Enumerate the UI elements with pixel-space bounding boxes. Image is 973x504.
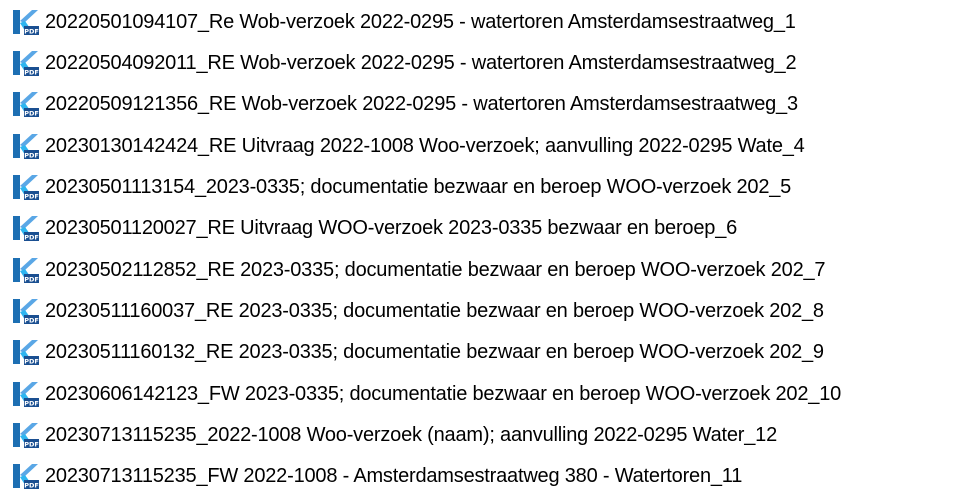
file-row[interactable]: PDF 20230713115235_2022-1008 Woo-verzoek… <box>10 418 777 452</box>
file-name: 20220501094107_Re Wob-verzoek 2022-0295 … <box>45 11 796 33</box>
file-row[interactable]: PDF 20230713115235_FW 2022-1008 - Amster… <box>10 459 742 493</box>
file-name: 20230130142424_RE Uitvraag 2022-1008 Woo… <box>45 135 805 157</box>
file-row[interactable]: PDF 20230606142123_FW 2023-0335; documen… <box>10 377 841 411</box>
pdf-file-icon: PDF <box>10 461 40 491</box>
pdf-file-icon: PDF <box>10 48 40 78</box>
svg-text:PDF: PDF <box>24 151 39 159</box>
file-list: PDF 20220501094107_Re Wob-verzoek 2022-0… <box>0 0 973 504</box>
svg-text:PDF: PDF <box>24 481 39 489</box>
pdf-file-icon: PDF <box>10 7 40 37</box>
svg-text:PDF: PDF <box>24 192 39 200</box>
file-name: 20230606142123_FW 2023-0335; documentati… <box>45 383 842 405</box>
file-row[interactable]: PDF 20230501120027_RE Uitvraag WOO-verzo… <box>10 211 737 245</box>
svg-text:PDF: PDF <box>24 233 39 241</box>
file-row[interactable]: PDF 20230502112852_RE 2023-0335; documen… <box>10 253 826 287</box>
file-name: 20230501120027_RE Uitvraag WOO-verzoek 2… <box>45 217 738 239</box>
pdf-file-icon: PDF <box>10 296 40 326</box>
pdf-file-icon: PDF <box>10 172 40 202</box>
svg-text:PDF: PDF <box>24 109 39 117</box>
file-row[interactable]: PDF 20220509121356_RE Wob-verzoek 2022-0… <box>10 87 798 121</box>
pdf-file-icon: PDF <box>10 131 40 161</box>
pdf-file-icon: PDF <box>10 255 40 285</box>
file-row[interactable]: PDF 20230511160037_RE 2023-0335; documen… <box>10 294 824 328</box>
svg-text:PDF: PDF <box>24 275 39 283</box>
file-name: 20230713115235_2022-1008 Woo-verzoek (na… <box>45 424 778 446</box>
svg-text:PDF: PDF <box>24 357 39 365</box>
file-name: 20230502112852_RE 2023-0335; documentati… <box>45 259 826 281</box>
pdf-file-icon: PDF <box>10 420 40 450</box>
file-name: 20230511160132_RE 2023-0335; documentati… <box>45 341 824 363</box>
file-row[interactable]: PDF 20220504092011_RE Wob-verzoek 2022-0… <box>10 46 797 80</box>
svg-text:PDF: PDF <box>24 316 39 324</box>
file-name: 20230511160037_RE 2023-0335; documentati… <box>45 300 824 322</box>
pdf-file-icon: PDF <box>10 89 40 119</box>
file-row[interactable]: PDF 20220501094107_Re Wob-verzoek 2022-0… <box>10 5 796 39</box>
svg-text:PDF: PDF <box>24 68 39 76</box>
file-name: 20220509121356_RE Wob-verzoek 2022-0295 … <box>45 93 798 115</box>
file-row[interactable]: PDF 20230501113154_2023-0335; documentat… <box>10 170 791 204</box>
file-row[interactable]: PDF 20230130142424_RE Uitvraag 2022-1008… <box>10 129 805 163</box>
file-name: 20220504092011_RE Wob-verzoek 2022-0295 … <box>45 52 797 74</box>
pdf-file-icon: PDF <box>10 337 40 367</box>
svg-text:PDF: PDF <box>24 440 39 448</box>
pdf-file-icon: PDF <box>10 379 40 409</box>
svg-text:PDF: PDF <box>24 399 39 407</box>
file-name: 20230501113154_2023-0335; documentatie b… <box>45 176 792 198</box>
file-row[interactable]: PDF 20230511160132_RE 2023-0335; documen… <box>10 335 824 369</box>
pdf-file-icon: PDF <box>10 213 40 243</box>
svg-text:PDF: PDF <box>24 27 39 35</box>
file-name: 20230713115235_FW 2022-1008 - Amsterdams… <box>45 465 743 487</box>
